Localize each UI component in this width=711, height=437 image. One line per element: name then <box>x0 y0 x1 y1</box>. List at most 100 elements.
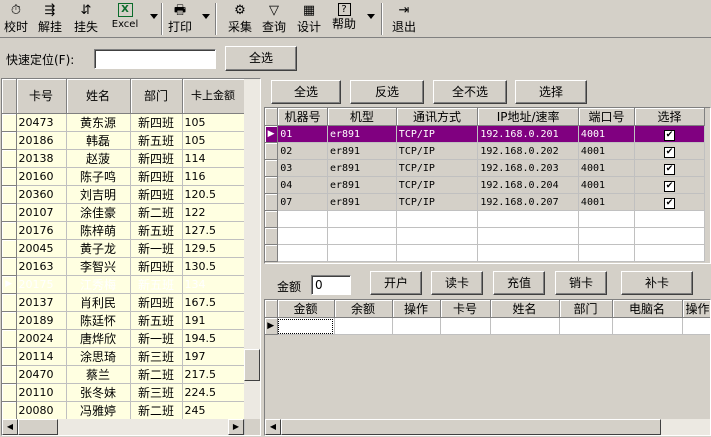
table-row[interactable]: 04 er891 TCP/IP 192.168.0.204 4001 ✔ <box>265 176 705 194</box>
recharge-button[interactable]: 充值 <box>493 271 545 295</box>
name-cell[interactable]: 张冬妹 <box>66 383 131 402</box>
card-no-cell[interactable]: 20107 <box>16 203 67 222</box>
col-operator[interactable]: 操作员 <box>682 300 710 318</box>
col-name[interactable]: 姓名 <box>490 300 560 318</box>
toolbar-query-button[interactable]: ▽ 查询 <box>260 2 288 36</box>
machine-no-cell[interactable]: 03 <box>277 159 328 177</box>
name-cell[interactable]: 赵菠 <box>66 149 131 168</box>
table-row[interactable]: 20186 韩磊 新五班 105 <box>2 131 245 150</box>
machine-select-button[interactable]: 选择 <box>515 80 587 104</box>
select-cell[interactable]: ✔ <box>634 193 705 211</box>
record-cell[interactable] <box>490 317 560 335</box>
checkbox-checked-icon[interactable]: ✔ <box>664 147 676 158</box>
col-card-no[interactable]: 卡号 <box>16 79 67 114</box>
card-no-cell[interactable]: 20473 <box>16 113 67 132</box>
card-no-cell[interactable]: 20360 <box>16 185 67 204</box>
toolbar-collect-button[interactable]: ⚙ 采集 <box>226 2 254 36</box>
dept-cell[interactable]: 新四班 <box>130 185 183 204</box>
card-no-cell[interactable]: 20114 <box>16 347 67 366</box>
ip-cell[interactable]: 192.168.0.203 <box>477 159 579 177</box>
scroll-left-icon[interactable]: ◀ <box>2 419 18 435</box>
col-operation[interactable]: 操作 <box>392 300 441 318</box>
toolbar-sync-time-button[interactable]: ⏱ 校时 <box>2 2 30 36</box>
comm-cell[interactable]: TCP/IP <box>396 193 479 211</box>
checkbox-checked-icon[interactable]: ✔ <box>664 198 676 209</box>
toolbar-unlock-button[interactable]: ⇶ 解挂 <box>36 2 64 36</box>
col-card-balance[interactable]: 卡上金额 <box>182 79 245 114</box>
card-no-cell[interactable]: 20189 <box>16 311 67 330</box>
dept-cell[interactable]: 新一班 <box>130 239 183 258</box>
amount-input[interactable] <box>311 275 351 295</box>
col-balance[interactable]: 余额 <box>334 300 393 318</box>
ip-cell[interactable]: 192.168.0.202 <box>477 142 579 160</box>
dept-cell[interactable]: 新五班 <box>130 275 183 294</box>
balance-cell[interactable]: 191 <box>182 311 245 330</box>
card-no-cell[interactable]: 20110 <box>16 383 67 402</box>
hscroll-thumb[interactable] <box>18 419 58 435</box>
machine-select-all-button[interactable]: 全选 <box>271 80 341 104</box>
dept-cell[interactable]: 新三班 <box>130 383 183 402</box>
name-cell[interactable]: 涂思琦 <box>66 347 131 366</box>
checkbox-checked-icon[interactable]: ✔ <box>664 130 676 141</box>
table-row[interactable]: 20114 涂思琦 新三班 197 <box>2 347 245 366</box>
machine-invert-button[interactable]: 反选 <box>350 80 424 104</box>
balance-cell[interactable]: 116 <box>182 167 245 186</box>
record-grid-hscroll[interactable]: ◀ <box>265 419 710 435</box>
toolbar-print-button[interactable]: 🖶 打印 <box>166 2 194 36</box>
select-cell[interactable]: ✔ <box>634 176 705 194</box>
name-cell[interactable]: 蔡兰 <box>66 365 131 384</box>
col-amount[interactable]: 金额 <box>277 300 335 318</box>
dept-cell[interactable]: 新四班 <box>130 293 183 312</box>
name-cell[interactable]: 陈子鸣 <box>66 167 131 186</box>
balance-cell[interactable]: 197 <box>182 347 245 366</box>
table-row[interactable]: 20110 张冬妹 新三班 224.5 <box>2 383 245 402</box>
col-dept[interactable]: 部门 <box>559 300 613 318</box>
dept-cell[interactable]: 新四班 <box>130 113 183 132</box>
dept-cell[interactable]: 新一班 <box>130 329 183 348</box>
col-name[interactable]: 姓名 <box>66 79 131 114</box>
card-no-cell[interactable]: 20186 <box>16 131 67 150</box>
help-dropdown-arrow[interactable] <box>367 14 375 19</box>
scroll-right-icon[interactable]: ▶ <box>228 419 244 435</box>
record-cell[interactable] <box>440 317 491 335</box>
model-cell[interactable]: er891 <box>327 176 397 194</box>
name-cell[interactable]: 唐烨欣 <box>66 329 131 348</box>
name-cell[interactable]: 李智兴 <box>66 257 131 276</box>
card-no-cell[interactable]: 20080 <box>16 401 67 420</box>
col-model[interactable]: 机型 <box>327 108 397 126</box>
card-no-cell[interactable]: 20176 <box>16 221 67 240</box>
table-row[interactable]: 20137 肖利民 新四班 167.5 <box>2 293 245 312</box>
table-row[interactable]: ▶ 01 er891 TCP/IP 192.168.0.201 4001 ✔ <box>265 125 705 143</box>
port-cell[interactable]: 4001 <box>578 193 636 211</box>
dept-cell[interactable]: 新二班 <box>130 401 183 420</box>
balance-cell[interactable]: 122 <box>182 203 245 222</box>
vscroll-thumb[interactable] <box>244 349 260 381</box>
table-row[interactable]: 20189 陈廷怀 新五班 191 <box>2 311 245 330</box>
table-row[interactable]: 20045 黄子龙 新一班 129.5 <box>2 239 245 258</box>
record-cell[interactable] <box>334 317 393 335</box>
balance-cell[interactable]: 129.5 <box>182 239 245 258</box>
scroll-left-icon[interactable]: ◀ <box>265 419 281 435</box>
name-cell[interactable]: 陈梓萌 <box>66 221 131 240</box>
name-cell[interactable]: 涂佳豪 <box>66 203 131 222</box>
balance-cell[interactable]: 105 <box>182 113 245 132</box>
toolbar-exit-button[interactable]: ⇥ 退出 <box>390 2 418 36</box>
balance-cell[interactable]: 114 <box>182 149 245 168</box>
col-comm-mode[interactable]: 通讯方式 <box>396 108 479 126</box>
table-row[interactable]: 20473 黄东源 新四班 105 <box>2 113 245 132</box>
dept-cell[interactable]: 新五班 <box>130 311 183 330</box>
dept-cell[interactable]: 新二班 <box>130 203 183 222</box>
machine-no-cell[interactable]: 07 <box>277 193 328 211</box>
table-row[interactable]: 02 er891 TCP/IP 192.168.0.202 4001 ✔ <box>265 142 705 160</box>
comm-cell[interactable]: TCP/IP <box>396 142 479 160</box>
card-no-cell[interactable]: 20045 <box>16 239 67 258</box>
card-grid-vscroll[interactable] <box>244 79 260 419</box>
machine-no-cell[interactable]: 02 <box>277 142 328 160</box>
dept-cell[interactable]: 新五班 <box>130 221 183 240</box>
port-cell[interactable]: 4001 <box>578 159 636 177</box>
model-cell[interactable]: er891 <box>327 125 397 143</box>
dept-cell[interactable]: 新二班 <box>130 365 183 384</box>
machine-select-none-button[interactable]: 全不选 <box>433 80 507 104</box>
name-cell[interactable]: 陈廷怀 <box>66 311 131 330</box>
record-cell[interactable] <box>559 317 613 335</box>
